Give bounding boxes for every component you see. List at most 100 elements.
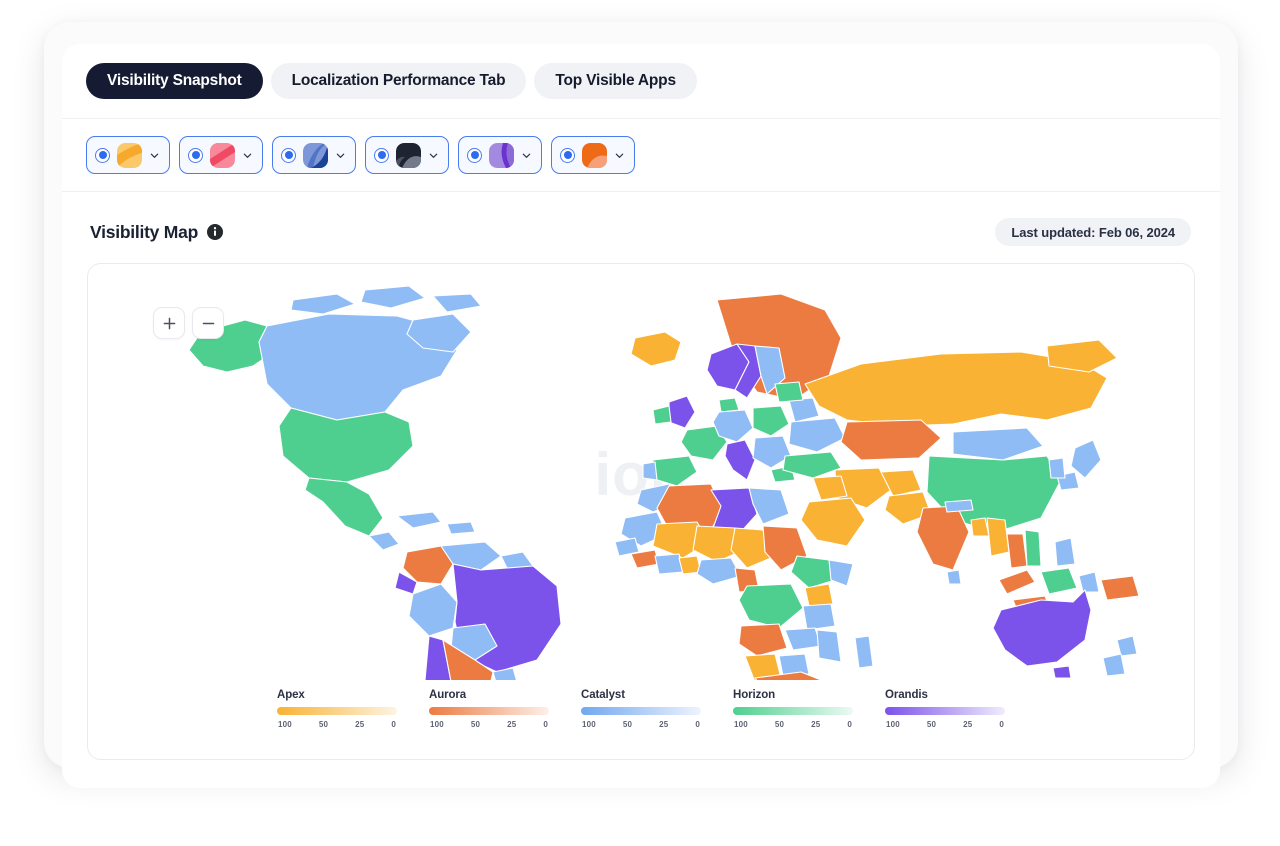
region-guatemala[interactable]	[368, 531, 400, 551]
region-mongolia[interactable]	[952, 427, 1044, 461]
region-vietnam[interactable]	[1024, 529, 1042, 567]
region-nepal[interactable]	[944, 499, 974, 513]
region-iraq[interactable]	[812, 475, 848, 501]
region-mexico[interactable]	[304, 477, 384, 537]
legend-gradient-bar	[429, 707, 549, 715]
region-portugal[interactable]	[642, 461, 658, 481]
region-ukraine[interactable]	[788, 417, 846, 453]
tab-visibility-snapshot[interactable]: Visibility Snapshot	[86, 63, 263, 99]
app-filter-chip-1[interactable]	[86, 136, 170, 174]
region-ivory-coast[interactable]	[654, 553, 684, 575]
region-denmark[interactable]	[718, 397, 740, 413]
region-zambia[interactable]	[784, 627, 822, 651]
chevron-down-icon[interactable]	[614, 150, 625, 161]
region-mozambique[interactable]	[816, 629, 842, 663]
region-korea[interactable]	[1048, 457, 1066, 479]
chevron-down-icon[interactable]	[335, 150, 346, 161]
legend-tick: 25	[355, 720, 365, 729]
region-sulawesi[interactable]	[1078, 571, 1100, 593]
legend-tick: 50	[926, 720, 937, 729]
legend-scale: 100 50 25 0	[581, 720, 701, 729]
page-title: Visibility Map	[90, 221, 199, 242]
legend-item-apex: Apex 100 50 25 0	[277, 689, 397, 729]
region-caribbean-2[interactable]	[446, 521, 476, 535]
region-kazakhstan[interactable]	[840, 419, 942, 461]
region-indonesia-sumatra[interactable]	[998, 569, 1036, 595]
region-myanmar[interactable]	[986, 517, 1010, 557]
legend-item-aurora: Aurora 100 50 25 0	[429, 689, 549, 729]
region-ethiopia[interactable]	[790, 555, 836, 589]
region-philippines[interactable]	[1054, 537, 1076, 567]
region-angola[interactable]	[738, 623, 788, 657]
region-caribbean-1[interactable]	[396, 511, 442, 529]
legend-tick: 25	[507, 720, 517, 729]
region-italy[interactable]	[724, 439, 756, 481]
region-tanzania[interactable]	[802, 603, 836, 631]
radio-selected-icon[interactable]	[374, 147, 389, 163]
map-title-group: Visibility Map	[87, 221, 224, 243]
app-filter-bar	[62, 119, 1220, 192]
radio-selected-icon[interactable]	[188, 147, 203, 163]
tab-bar: Visibility Snapshot Localization Perform…	[62, 44, 1220, 119]
region-dr-congo[interactable]	[738, 583, 804, 629]
chevron-down-icon[interactable]	[428, 150, 439, 161]
region-ireland[interactable]	[652, 405, 672, 425]
region-united-states[interactable]	[278, 407, 414, 483]
region-sri-lanka[interactable]	[946, 569, 962, 585]
region-spain[interactable]	[650, 455, 698, 487]
legend-tick: 0	[391, 720, 396, 729]
region-india[interactable]	[916, 505, 970, 571]
world-choropleth-map[interactable]	[88, 280, 1194, 680]
tab-top-visible-apps[interactable]: Top Visible Apps	[534, 63, 697, 99]
region-iceland[interactable]	[630, 331, 682, 367]
app-filter-chip-3[interactable]	[272, 136, 356, 174]
region-nigeria[interactable]	[696, 557, 742, 585]
region-kenya[interactable]	[804, 583, 834, 607]
region-arctic-isl-2[interactable]	[360, 285, 426, 309]
legend-gradient-bar	[885, 707, 1005, 715]
region-papua[interactable]	[1100, 575, 1140, 601]
region-new-zealand-n[interactable]	[1116, 635, 1138, 657]
chevron-down-icon[interactable]	[242, 150, 253, 161]
region-tasmania[interactable]	[1052, 665, 1072, 679]
legend-scale: 100 50 25 0	[429, 720, 549, 729]
zoom-in-button[interactable]	[153, 307, 185, 339]
app-logo-icon	[117, 142, 142, 168]
region-peru[interactable]	[408, 583, 458, 637]
region-borneo[interactable]	[1040, 567, 1078, 595]
region-arctic-isl-3[interactable]	[432, 293, 482, 313]
legend-gradient-bar	[277, 707, 397, 715]
chevron-down-icon[interactable]	[521, 150, 532, 161]
app-filter-chip-5[interactable]	[458, 136, 542, 174]
app-filter-chip-4[interactable]	[365, 136, 449, 174]
info-icon[interactable]	[207, 224, 224, 240]
radio-selected-icon[interactable]	[95, 147, 110, 163]
legend-label: Catalyst	[581, 689, 625, 701]
app-filter-chip-2[interactable]	[179, 136, 263, 174]
region-united-kingdom[interactable]	[668, 395, 696, 429]
chevron-down-icon[interactable]	[149, 150, 160, 161]
region-somalia[interactable]	[828, 559, 854, 587]
region-siberia-east[interactable]	[1046, 339, 1118, 373]
region-saudi-arabia[interactable]	[800, 497, 866, 547]
region-poland[interactable]	[752, 405, 790, 437]
plus-icon	[163, 317, 175, 329]
tab-localization-performance[interactable]: Localization Performance Tab	[270, 63, 527, 99]
radio-selected-icon[interactable]	[467, 147, 482, 163]
map-header: Visibility Map Last updated: Feb 06, 202…	[87, 218, 1195, 246]
region-baltics[interactable]	[774, 381, 804, 403]
legend-label: Aurora	[429, 689, 467, 701]
region-belarus[interactable]	[788, 397, 820, 423]
region-arctic-isl-1[interactable]	[290, 293, 356, 315]
region-thailand[interactable]	[1006, 533, 1028, 569]
app-filter-chip-6[interactable]	[551, 136, 635, 174]
region-new-zealand-s[interactable]	[1102, 653, 1126, 677]
map-panel: ion Apex 100 50 25 0 Aurora 100 50 25 0 …	[87, 263, 1195, 760]
zoom-out-button[interactable]	[192, 307, 224, 339]
radio-selected-icon[interactable]	[281, 147, 296, 163]
legend-scale: 100 50 25 0	[277, 720, 397, 729]
region-madagascar[interactable]	[854, 635, 874, 669]
region-egypt[interactable]	[748, 487, 790, 525]
region-australia[interactable]	[992, 589, 1092, 667]
radio-selected-icon[interactable]	[560, 147, 575, 163]
